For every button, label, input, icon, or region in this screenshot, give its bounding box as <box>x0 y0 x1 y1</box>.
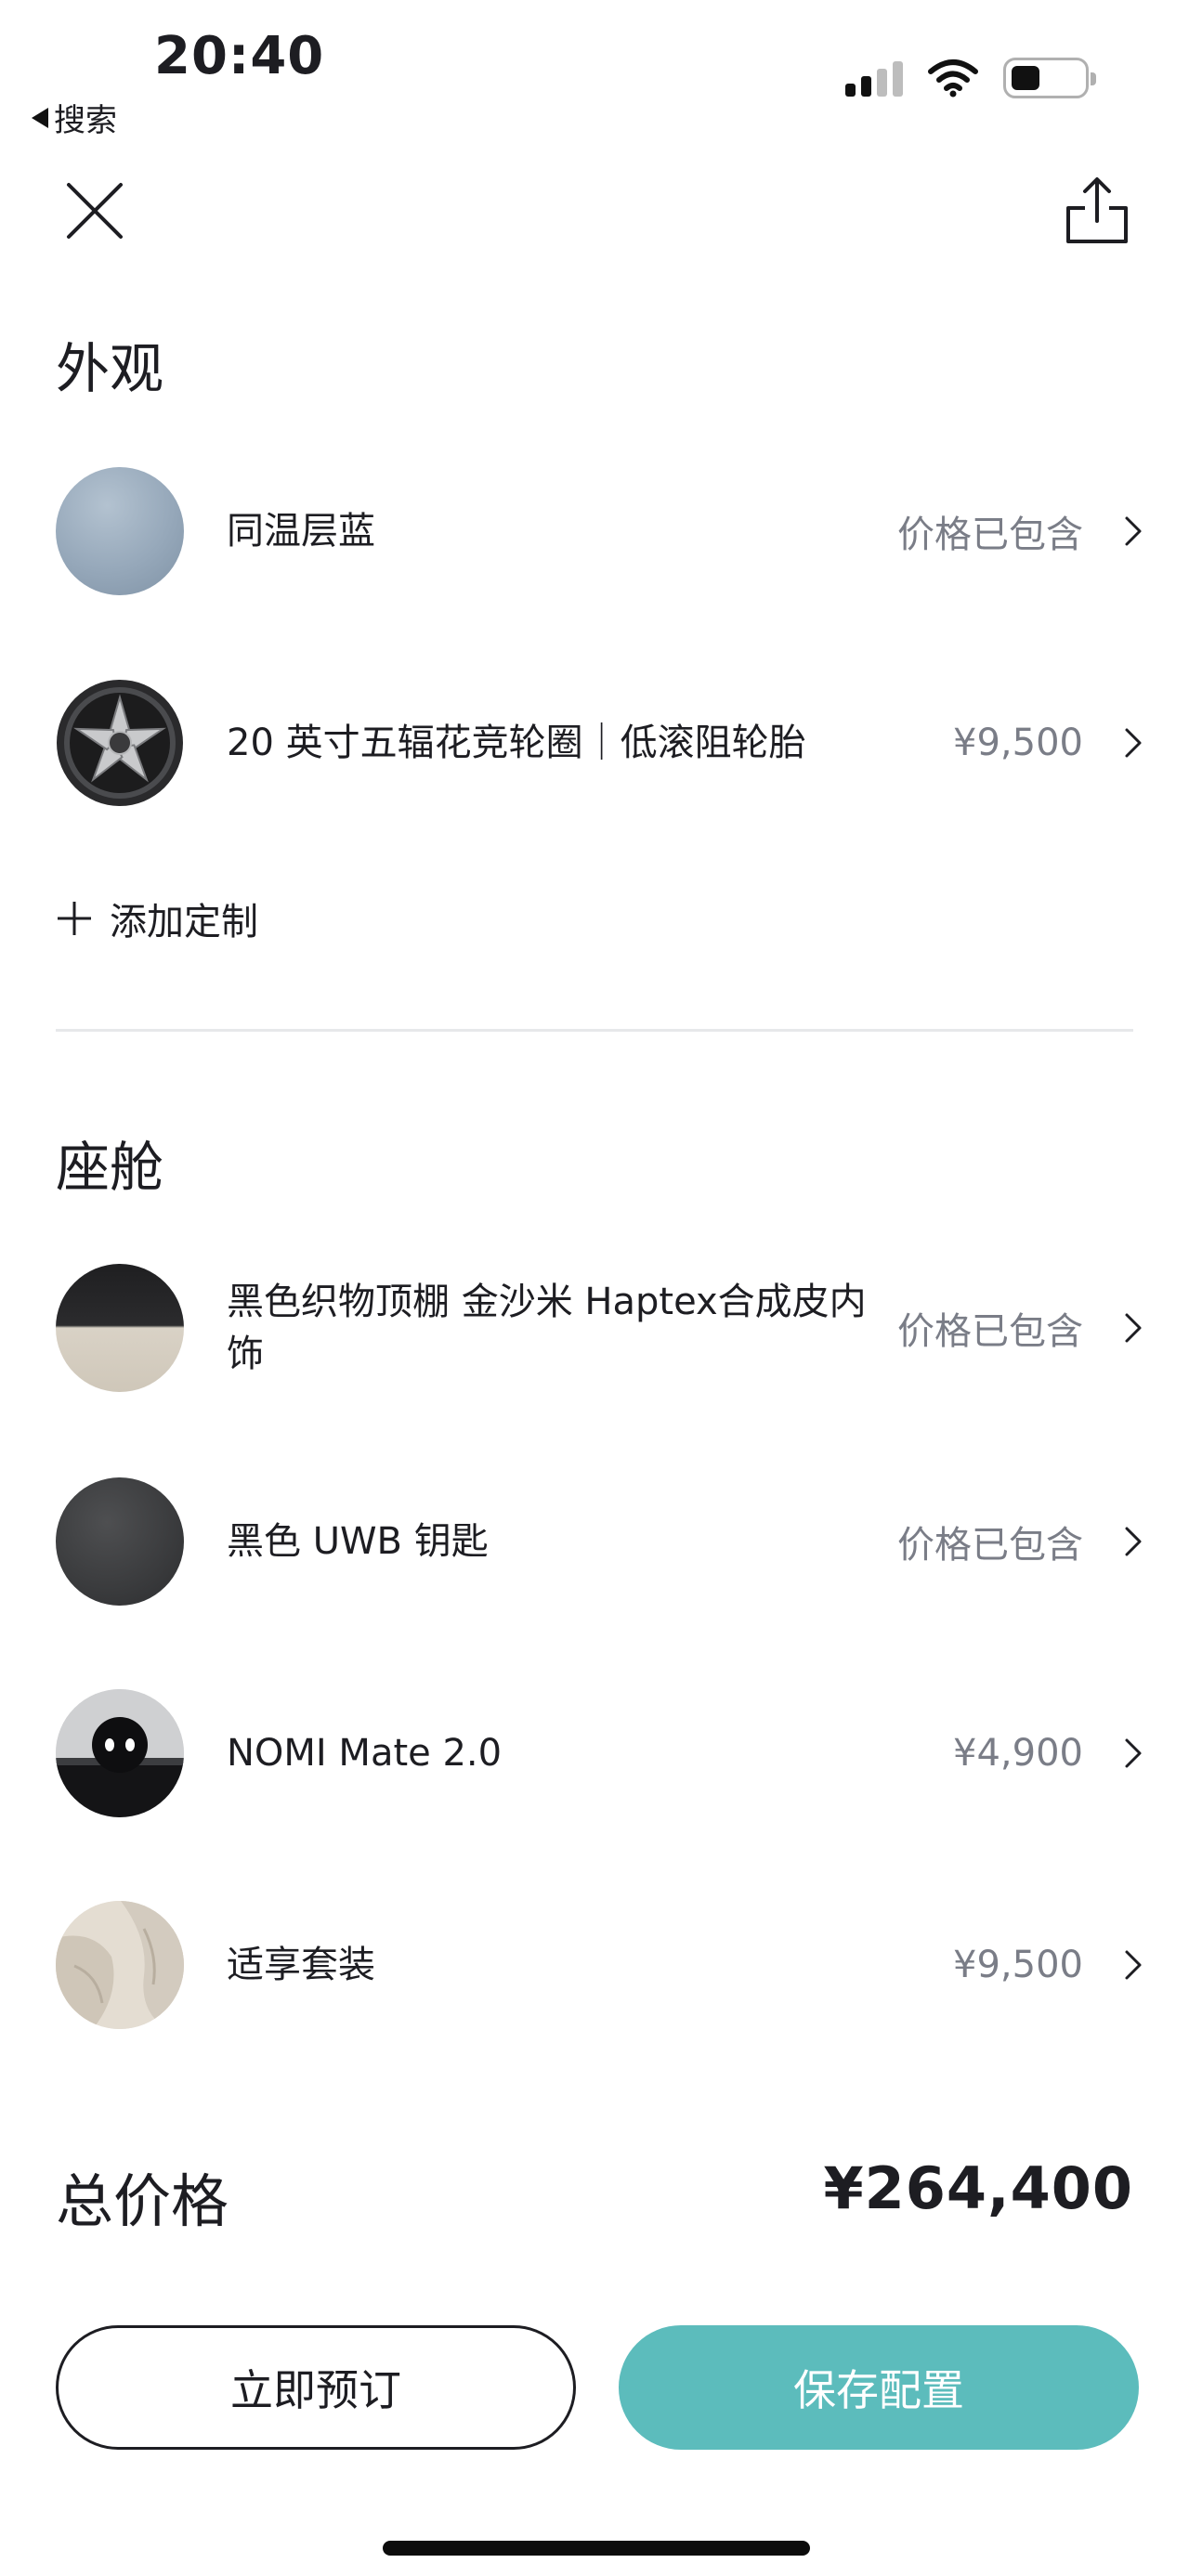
back-triangle-icon <box>32 107 48 128</box>
cabin-option-interior[interactable]: 黑色织物顶棚 金沙米 Haptex合成皮内饰 价格已包含 <box>56 1263 1143 1393</box>
option-price: 价格已包含 <box>897 1524 1083 1567</box>
option-label: 同温层蓝 <box>227 510 375 553</box>
chevron-right-icon <box>1125 1527 1142 1556</box>
option-label: 黑色织物顶棚 金沙米 Haptex合成皮内饰 <box>227 1281 867 1375</box>
seat-package-image <box>56 1901 184 2029</box>
wheel-rim-image <box>56 679 184 807</box>
option-label: 黑色 UWB 钥匙 <box>227 1520 489 1563</box>
status-time: 20:40 <box>154 26 325 86</box>
battery-icon <box>1003 58 1096 98</box>
nomi-robot-image <box>56 1689 184 1817</box>
home-indicator <box>383 2541 810 2556</box>
option-price: ¥4,900 <box>953 1732 1083 1775</box>
close-icon[interactable] <box>65 181 124 241</box>
option-price: 价格已包含 <box>897 1310 1083 1353</box>
cabin-section-title: 座舱 <box>56 1136 164 1199</box>
configuration-summary-screen: 20:40 搜索 外观 同温层蓝 价格已包含 20 英寸五辐花竞轮圈｜低滚阻轮胎… <box>0 0 1189 2576</box>
option-label: NOMI Mate 2.0 <box>227 1732 503 1775</box>
chevron-right-icon <box>1125 516 1142 546</box>
exterior-option-paint[interactable]: 同温层蓝 价格已包含 <box>56 466 1143 596</box>
cabin-option-nomi[interactable]: NOMI Mate 2.0 ¥4,900 <box>56 1688 1143 1818</box>
option-label: 20 英寸五辐花竞轮圈｜低滚阻轮胎 <box>227 722 806 764</box>
section-divider <box>56 1029 1133 1032</box>
blue-paint-swatch <box>56 467 184 595</box>
chevron-right-icon <box>1125 728 1142 758</box>
interior-material-swatch <box>56 1264 184 1392</box>
option-price: ¥9,500 <box>953 1944 1083 1986</box>
option-price: 价格已包含 <box>897 514 1083 556</box>
add-customization-button[interactable]: 添加定制 <box>56 891 258 945</box>
uwb-key-swatch <box>56 1477 184 1606</box>
chevron-right-icon <box>1125 1313 1142 1343</box>
cellular-signal-icon <box>845 59 903 97</box>
cabin-option-key[interactable]: 黑色 UWB 钥匙 价格已包含 <box>56 1477 1143 1607</box>
total-price-value: ¥264,400 <box>823 2154 1133 2222</box>
back-to-search-link[interactable]: 搜索 <box>32 95 117 140</box>
wifi-icon <box>928 59 978 98</box>
add-customization-label: 添加定制 <box>110 901 258 943</box>
status-indicators <box>845 58 1096 98</box>
option-price: ¥9,500 <box>953 722 1083 764</box>
back-label: 搜索 <box>54 102 117 139</box>
share-icon[interactable] <box>1065 175 1130 245</box>
chevron-right-icon <box>1125 1738 1142 1768</box>
save-configuration-button[interactable]: 保存配置 <box>619 2325 1139 2450</box>
total-price-label: 总价格 <box>56 2167 229 2235</box>
option-label: 适享套装 <box>227 1944 375 1986</box>
plus-icon <box>58 902 91 935</box>
exterior-option-wheels[interactable]: 20 英寸五辐花竞轮圈｜低滚阻轮胎 ¥9,500 <box>56 678 1143 808</box>
reserve-now-button[interactable]: 立即预订 <box>56 2325 576 2450</box>
chevron-right-icon <box>1125 1950 1142 1980</box>
exterior-section-title: 外观 <box>56 337 164 400</box>
cabin-option-comfort-package[interactable]: 适享套装 ¥9,500 <box>56 1900 1143 2030</box>
